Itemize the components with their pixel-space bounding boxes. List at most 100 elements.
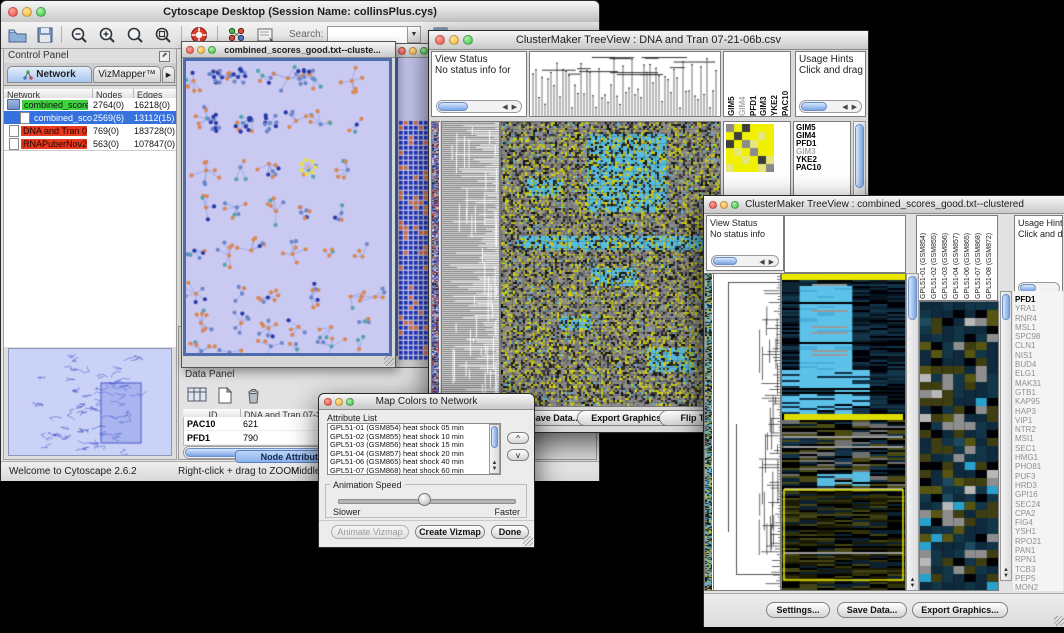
tv1-column-label[interactable]: YKE2: [770, 54, 779, 116]
tv2-column-label[interactable]: GPL51-06 (GSM865): [963, 217, 972, 299]
network-list-empty-area[interactable]: [4, 150, 176, 347]
tv2-gene-dendrogram-panel[interactable]: [713, 273, 781, 591]
tv1-heatmap-canvas[interactable]: [501, 122, 720, 406]
tv2-column-label[interactable]: GPL51-04 (GSM857): [952, 217, 961, 299]
scroll-arrows-icon[interactable]: ▲▼: [490, 460, 499, 472]
tv1-global-strip-canvas[interactable]: [432, 122, 439, 406]
tv2-status-hscrollbar[interactable]: ◀ ▶: [711, 255, 779, 267]
tv2-gene-label[interactable]: PEP5: [1013, 574, 1063, 583]
tv1-gene-dendrogram-panel[interactable]: [441, 121, 500, 407]
dialog-titlebar[interactable]: Map Colors to Network: [319, 394, 534, 410]
scroll-arrows-icon[interactable]: ▲▼: [1001, 567, 1011, 579]
network-view-window-controls[interactable]: [186, 46, 216, 54]
tab-vizmapper[interactable]: VizMapper™: [93, 66, 161, 83]
scroll-arrows-icon[interactable]: ▲▼: [907, 577, 918, 589]
minimize-icon[interactable]: [22, 7, 32, 17]
tv2-gene-label[interactable]: GPI16: [1013, 490, 1063, 499]
tv2-gene-label[interactable]: HRD3: [1013, 481, 1063, 490]
tv2-gene-label[interactable]: ELG1: [1013, 369, 1063, 378]
minimize-icon[interactable]: [449, 35, 459, 45]
tv2-gene-label[interactable]: HAP3: [1013, 407, 1063, 416]
tv2-gene-dendrogram-canvas[interactable]: [714, 274, 780, 590]
tv1-array-dendrogram-canvas[interactable]: [530, 52, 720, 116]
tv1-heatmap-panel[interactable]: [500, 121, 721, 407]
network-canvas[interactable]: [186, 61, 389, 353]
tv2-heatmap-vscrollbar[interactable]: ▲▼: [906, 273, 919, 591]
new-attribute-icon[interactable]: [213, 385, 237, 405]
scroll-arrows-icon[interactable]: ◀ ▶: [502, 103, 518, 111]
tv2-zoom-heatmap-panel[interactable]: [919, 301, 999, 591]
dialog-window-controls[interactable]: [324, 398, 354, 406]
tv2-gene-label[interactable]: SEC1: [1013, 444, 1063, 453]
tv2-gene-label[interactable]: RPO21: [1013, 537, 1063, 546]
tv2-gene-label[interactable]: RNR4: [1013, 314, 1063, 323]
tv1-column-label[interactable]: PAC10: [781, 54, 790, 116]
minimize-icon[interactable]: [197, 46, 205, 54]
tv2-gene-label[interactable]: PFD1: [1013, 295, 1063, 304]
resize-grip[interactable]: [1054, 616, 1064, 626]
tv2-column-label[interactable]: GPL51-03 (GSM856): [941, 217, 950, 299]
tv2-gene-label[interactable]: BUD4: [1013, 360, 1063, 369]
attribute-list-item[interactable]: GPL51-07 (GSM868) heat shock 60 min: [328, 467, 500, 475]
tv1-column-label[interactable]: GIM5: [727, 54, 736, 116]
scrollbar-thumb[interactable]: [1002, 294, 1010, 320]
tv2-gene-label[interactable]: MAK31: [1013, 379, 1063, 388]
attribute-list-vscrollbar[interactable]: ▲▼: [489, 424, 500, 474]
zoom-window-icon[interactable]: [346, 398, 354, 406]
tv2-gene-label[interactable]: RPN1: [1013, 555, 1063, 564]
tv2-gene-label[interactable]: MSI1: [1013, 434, 1063, 443]
float-panel-icon[interactable]: ⬈: [159, 51, 170, 62]
tv2-gene-label[interactable]: KAP95: [1013, 397, 1063, 406]
tv2-array-dendrogram-panel[interactable]: [784, 215, 906, 273]
close-icon[interactable]: [8, 7, 18, 17]
tv2-gene-label[interactable]: SEC24: [1013, 500, 1063, 509]
close-icon[interactable]: [435, 35, 445, 45]
tv2-column-label[interactable]: GPL51-08 (GSM872): [985, 217, 994, 299]
tv2-column-label[interactable]: GPL51-02 (GSM855): [930, 217, 939, 299]
zoom-out-icon[interactable]: [67, 25, 91, 45]
tv1-column-label[interactable]: PFD1: [749, 54, 758, 116]
main-titlebar[interactable]: Cytoscape Desktop (Session Name: collins…: [1, 1, 599, 23]
window-controls[interactable]: [8, 7, 46, 17]
tv2-gene-label[interactable]: NTR2: [1013, 425, 1063, 434]
tab-overflow[interactable]: ▶: [162, 66, 175, 83]
zoom-window-icon[interactable]: [36, 7, 46, 17]
network-list-row[interactable]: DNA and Tran 07769(0)183728(0): [4, 124, 176, 137]
speed-slider-thumb[interactable]: [418, 493, 431, 506]
tv2-button-settings[interactable]: Settings...: [766, 602, 830, 618]
tv2-zoom-vscrollbar[interactable]: ▲▼: [1000, 291, 1012, 581]
close-icon[interactable]: [324, 398, 332, 406]
tv2-gene-label[interactable]: GTB1: [1013, 388, 1063, 397]
tv1-column-label[interactable]: GIM3: [759, 54, 768, 116]
tv2-window-controls[interactable]: [709, 201, 739, 209]
tv2-column-label[interactable]: GPL51-01 (GSM854): [919, 217, 928, 299]
scrollbar-thumb[interactable]: [438, 102, 468, 111]
tv2-global-strip-canvas[interactable]: [705, 274, 712, 590]
tv2-gene-label[interactable]: CLN1: [1013, 341, 1063, 350]
tv2-titlebar[interactable]: ClusterMaker TreeView : combined_scores_…: [704, 196, 1064, 214]
tv2-gene-label[interactable]: CPA2: [1013, 509, 1063, 518]
tv2-gene-label[interactable]: YSH1: [1013, 527, 1063, 536]
tv2-gene-label[interactable]: PUF3: [1013, 472, 1063, 481]
tv1-gene-dendrogram-canvas[interactable]: [442, 122, 499, 406]
scrollbar-thumb[interactable]: [491, 426, 498, 448]
tv2-button-export-graphics[interactable]: Export Graphics...: [912, 602, 1008, 618]
tv2-zoom-heatmap-canvas[interactable]: [920, 302, 998, 590]
close-icon[interactable]: [398, 47, 406, 55]
minimize-icon[interactable]: [720, 201, 728, 209]
scroll-arrows-icon[interactable]: ◀ ▶: [759, 258, 775, 266]
birds-eye-view[interactable]: [8, 348, 172, 456]
tv1-row-label[interactable]: PAC10: [794, 164, 850, 172]
tv2-gene-label[interactable]: TCB3: [1013, 565, 1063, 574]
resize-grip[interactable]: [384, 356, 394, 366]
tv1-zoom-heatmap-canvas[interactable]: [726, 124, 774, 172]
attribute-listbox[interactable]: GPL51-01 (GSM854) heat shock 05 minGPL51…: [327, 423, 501, 475]
tv2-gene-label[interactable]: PAN1: [1013, 546, 1063, 555]
tv1-usage-hscrollbar[interactable]: ◀ ▶: [799, 100, 862, 113]
tv1-status-hscrollbar[interactable]: ◀ ▶: [436, 100, 522, 113]
minimize-icon[interactable]: [409, 47, 417, 55]
tv2-gene-label[interactable]: FIG4: [1013, 518, 1063, 527]
save-session-icon[interactable]: [33, 25, 57, 45]
tv2-button-save-data[interactable]: Save Data...: [837, 602, 907, 618]
tv2-heatmap-canvas[interactable]: [782, 274, 905, 590]
